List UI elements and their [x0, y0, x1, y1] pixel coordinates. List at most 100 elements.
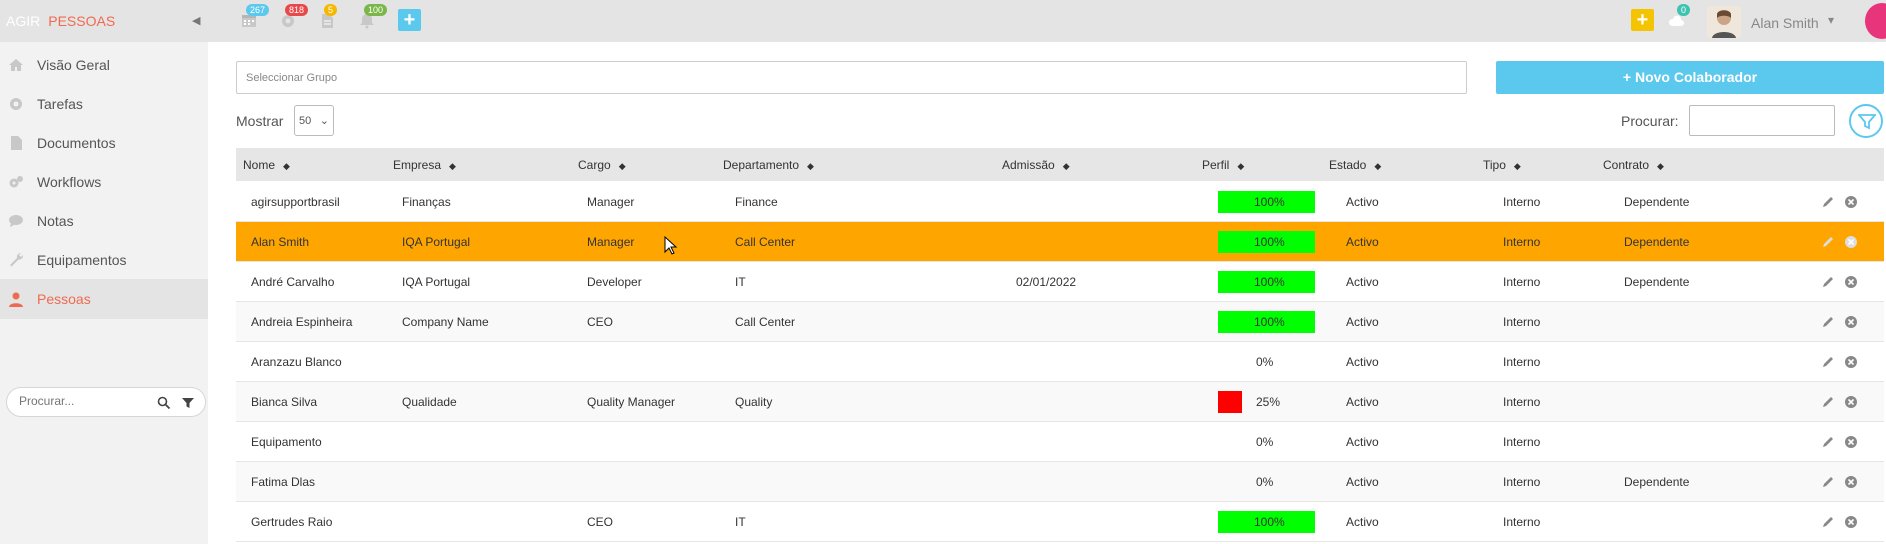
profile-percent: 0% — [1256, 355, 1274, 369]
sidebar-item-equipamentos[interactable]: Equipamentos — [0, 240, 208, 280]
column-header-nome[interactable]: Nome ◆ — [243, 158, 290, 172]
sidebar-item-documentos[interactable]: Documentos — [0, 123, 208, 163]
table-header: Nome ◆ Empresa ◆ Cargo ◆ Departamento ◆ Admi… — [236, 148, 1884, 181]
add-button[interactable]: + — [398, 9, 421, 31]
sidebar-item-label: Documentos — [37, 135, 116, 151]
delete-icon[interactable] — [1844, 475, 1858, 489]
edit-icon[interactable] — [1821, 435, 1835, 449]
filter-button[interactable] — [1849, 104, 1883, 138]
profile-percent: 100% — [1254, 315, 1285, 329]
cell-tipo: Interno — [1503, 235, 1541, 249]
document-icon[interactable]: 5 — [318, 4, 338, 31]
profile-progress-bar: 0% — [1218, 351, 1315, 373]
delete-icon[interactable] — [1844, 395, 1858, 409]
edit-icon[interactable] — [1821, 315, 1835, 329]
bell-icon[interactable]: 100 — [358, 4, 388, 31]
profile-percent: 25% — [1256, 395, 1281, 409]
collapse-sidebar-icon[interactable]: ◀ — [192, 14, 200, 27]
cell-tipo: Interno — [1503, 475, 1541, 489]
sidebar-item-tarefas[interactable]: Tarefas — [0, 84, 208, 124]
edit-icon[interactable] — [1821, 515, 1835, 529]
profile-progress-bar: 100% — [1218, 311, 1315, 333]
column-header-departamento[interactable]: Departamento ◆ — [723, 158, 814, 172]
avatar[interactable] — [1707, 6, 1741, 38]
cell-departamento: IT — [735, 275, 746, 289]
cell-contrato: Dependente — [1624, 475, 1690, 489]
cell-nome: André Carvalho — [251, 275, 335, 289]
sidebar-item-label: Tarefas — [37, 96, 83, 112]
column-header-admissao[interactable]: Admissão ◆ — [1002, 158, 1070, 172]
cell-estado: Activo — [1346, 275, 1379, 289]
company-logo — [1865, 3, 1886, 39]
edit-icon[interactable] — [1821, 195, 1835, 209]
edit-icon[interactable] — [1821, 275, 1835, 289]
cell-cargo: CEO — [587, 515, 614, 529]
edit-icon[interactable] — [1821, 395, 1835, 409]
sidebar-item-label: Workflows — [37, 174, 102, 190]
cell-tipo: Interno — [1503, 355, 1541, 369]
cell-estado: Activo — [1346, 395, 1379, 409]
column-header-cargo[interactable]: Cargo ◆ — [578, 158, 626, 172]
delete-icon[interactable] — [1844, 435, 1858, 449]
cell-admissao: 02/01/2022 — [1016, 275, 1077, 289]
user-name[interactable]: Alan Smith — [1751, 15, 1819, 31]
gears-icon — [9, 176, 23, 188]
column-header-perfil[interactable]: Perfil ◆ — [1202, 158, 1244, 172]
cell-estado: Activo — [1346, 475, 1379, 489]
delete-icon[interactable] — [1844, 315, 1858, 329]
chevron-down-icon[interactable]: ▾ — [1828, 13, 1834, 27]
group-select[interactable]: Seleccionar Grupo — [236, 61, 1467, 94]
table-row[interactable]: Equipamento Activo Interno 0% — [236, 422, 1884, 462]
sidebar-item-pessoas[interactable]: Pessoas — [0, 279, 208, 319]
delete-icon[interactable] — [1844, 275, 1858, 289]
edit-icon[interactable] — [1821, 475, 1835, 489]
cell-departamento: Call Center — [735, 235, 796, 249]
column-header-tipo[interactable]: Tipo ◆ — [1483, 158, 1521, 172]
table-row[interactable]: Fatima Dlas Activo Interno Dependente 0% — [236, 462, 1884, 502]
person-icon — [9, 292, 23, 307]
page-size-select[interactable]: 50 ⌄ — [294, 105, 334, 136]
cloud-icon[interactable]: 0 — [1667, 4, 1691, 31]
calendar-icon[interactable]: 267 — [240, 4, 270, 31]
cell-tipo: Interno — [1503, 195, 1541, 209]
sidebar-search — [6, 387, 206, 417]
gear-icon[interactable]: 818 — [279, 4, 309, 31]
edit-icon[interactable] — [1821, 235, 1835, 249]
cell-contrato: Dependente — [1624, 235, 1690, 249]
delete-icon[interactable] — [1844, 195, 1858, 209]
mouse-cursor-icon — [664, 236, 678, 255]
sidebar-item-workflows[interactable]: Workflows — [0, 162, 208, 202]
brand-logo[interactable]: AGIR PESSOAS — [6, 13, 115, 29]
sidebar-item-label: Equipamentos — [37, 252, 127, 268]
table-search-input[interactable] — [1689, 105, 1835, 136]
column-header-estado[interactable]: Estado ◆ — [1329, 158, 1381, 172]
edit-icon[interactable] — [1821, 355, 1835, 369]
table-row[interactable]: Gertrudes Raio CEO IT Activo Interno 100% — [236, 502, 1884, 542]
profile-percent: 100% — [1254, 515, 1285, 529]
search-icon[interactable] — [157, 396, 171, 410]
sidebar-search-input[interactable] — [19, 394, 149, 408]
new-employee-button[interactable]: + Novo Colaborador — [1496, 61, 1884, 94]
table-row[interactable]: André Carvalho IQA Portugal Developer IT 02/… — [236, 262, 1884, 302]
quick-add-button[interactable]: + — [1631, 9, 1654, 31]
table-row[interactable]: Aranzazu Blanco Activo Interno 0% — [236, 342, 1884, 382]
table-row[interactable]: agirsupportbrasil Finanças Manager Finance A… — [236, 182, 1884, 222]
filter-icon[interactable] — [181, 396, 195, 410]
delete-icon[interactable] — [1844, 515, 1858, 529]
delete-icon[interactable] — [1844, 355, 1858, 369]
table-row[interactable]: Bianca Silva Qualidade Quality Manager Qual… — [236, 382, 1884, 422]
calendar-badge: 267 — [246, 4, 270, 16]
chevron-down-icon: ⌄ — [319, 115, 329, 127]
sidebar-item-notas[interactable]: Notas — [0, 201, 208, 241]
column-header-contrato[interactable]: Contrato ◆ — [1603, 158, 1664, 172]
table-row[interactable]: Andreia Espinheira Company Name CEO Call Ce… — [236, 302, 1884, 342]
sidebar-item-visao-geral[interactable]: Visão Geral — [0, 45, 208, 85]
profile-percent: 100% — [1254, 235, 1285, 249]
delete-icon[interactable] — [1844, 235, 1858, 249]
cell-nome: Alan Smith — [251, 235, 310, 249]
column-header-empresa[interactable]: Empresa ◆ — [393, 158, 456, 172]
cell-cargo: Manager — [587, 195, 635, 209]
cell-empresa: Company Name — [402, 315, 489, 329]
profile-progress-bar: 25% — [1218, 391, 1315, 413]
table-row[interactable]: Alan Smith IQA Portugal Manager Call Center… — [236, 222, 1884, 262]
